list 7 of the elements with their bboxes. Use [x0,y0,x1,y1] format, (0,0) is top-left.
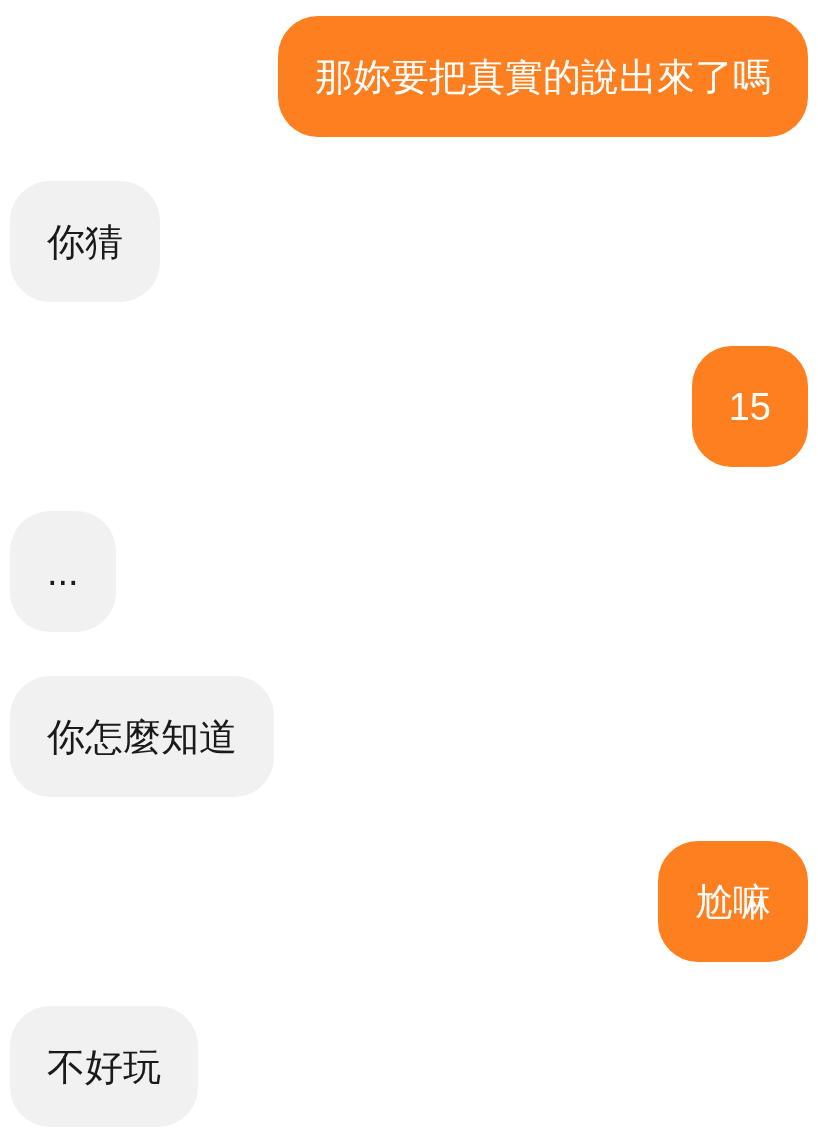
received-message: ... [10,511,116,632]
sent-message: 尬嘛 [658,841,808,962]
sent-message: 那妳要把真實的說出來了嗎 [278,16,808,137]
received-message: 你怎麼知道 [10,676,274,797]
sent-message: 15 [691,346,808,467]
received-message: 不好玩 [10,1006,198,1127]
received-message: 你猜 [10,181,160,302]
